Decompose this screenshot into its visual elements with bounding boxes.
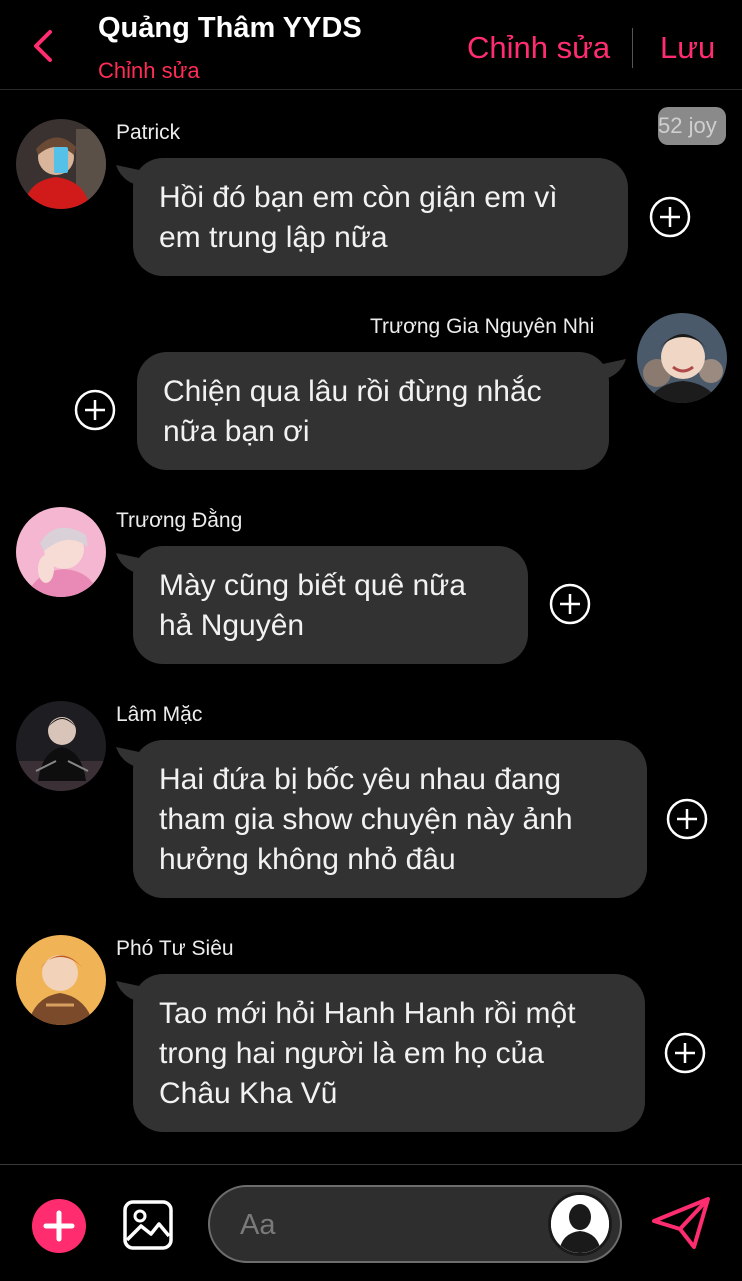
message-input[interactable]: Aa bbox=[208, 1185, 622, 1263]
chat-header: Quảng Thâm YYDS Chỉnh sửa Chỉnh sửa Lưu bbox=[0, 0, 742, 90]
plus-circle-icon[interactable] bbox=[74, 389, 116, 431]
message-bubble[interactable]: Hồi đó bạn em còn giận em vì em trung lậ… bbox=[133, 158, 628, 276]
message-bubble[interactable]: Hai đứa bị bốc yêu nhau đang tham gia sh… bbox=[133, 740, 647, 898]
sender-name: Lâm Mặc bbox=[116, 703, 203, 726]
composer-bar: Aa bbox=[0, 1164, 742, 1281]
avatar-patrick[interactable] bbox=[16, 119, 106, 209]
points-badge: 52 joy bbox=[658, 107, 726, 145]
avatar-lam-mac[interactable] bbox=[16, 701, 106, 791]
plus-circle-icon[interactable] bbox=[549, 583, 591, 625]
save-button[interactable]: Lưu bbox=[660, 30, 715, 66]
avatar-pho-tu-sieu[interactable] bbox=[16, 935, 106, 1025]
sender-name: Trương Đằng bbox=[116, 509, 243, 532]
chat-subtitle[interactable]: Chỉnh sửa bbox=[98, 58, 200, 84]
edit-button[interactable]: Chỉnh sửa bbox=[467, 30, 610, 66]
message-list[interactable]: 52 joy Patrick Hồi đó bạn em còn giận em… bbox=[0, 91, 742, 1164]
plus-circle-icon[interactable] bbox=[664, 1032, 706, 1074]
avatar-truong-dang[interactable] bbox=[16, 507, 106, 597]
back-chevron-icon[interactable] bbox=[28, 28, 58, 64]
header-divider bbox=[632, 28, 633, 68]
sender-name: Patrick bbox=[116, 121, 181, 144]
message-bubble[interactable]: Tao mới hỏi Hanh Hanh rồi một trong hai … bbox=[133, 974, 645, 1132]
plus-circle-icon[interactable] bbox=[649, 196, 691, 238]
user-silhouette-icon[interactable] bbox=[548, 1192, 612, 1256]
image-icon[interactable] bbox=[121, 1198, 175, 1252]
sender-name: Phó Tư Siêu bbox=[116, 937, 234, 960]
message-bubble[interactable]: Chiện qua lâu rồi đừng nhắc nữa bạn ơi bbox=[137, 352, 609, 470]
chat-title: Quảng Thâm YYDS bbox=[98, 12, 362, 44]
add-icon bbox=[43, 1210, 75, 1242]
plus-circle-icon[interactable] bbox=[666, 798, 708, 840]
message-bubble[interactable]: Mày cũng biết quê nữa hả Nguyên bbox=[133, 546, 528, 664]
avatar-truong-gia-nguyen-nhi[interactable] bbox=[637, 313, 727, 403]
message-input-placeholder: Aa bbox=[240, 1209, 276, 1241]
send-icon[interactable] bbox=[650, 1195, 712, 1251]
sender-name: Trương Gia Nguyên Nhi bbox=[370, 315, 595, 338]
add-button[interactable] bbox=[32, 1199, 86, 1253]
